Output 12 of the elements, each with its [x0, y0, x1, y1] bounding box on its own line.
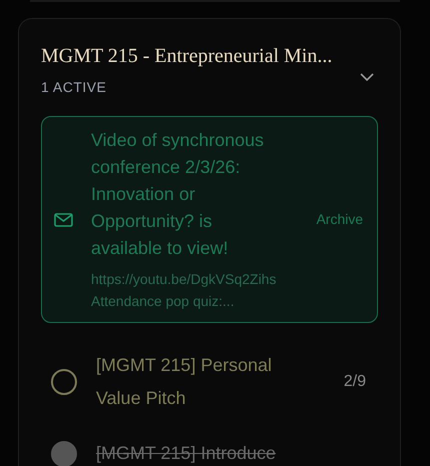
task-count: 2/9	[344, 372, 366, 392]
task-title: [MGMT 215] Personal Value Pitch	[96, 354, 273, 410]
preview-line: https://youtu.be/DgkVSq2Zihs	[91, 270, 278, 289]
preview-line: Attendance pop quiz:...	[91, 292, 236, 311]
announcement-card[interactable]: Video of synchronous conference 2/3/26: Innovation or Opportunity? is available to view! https://youtu.be/DgkVSq2Zihs Attendance pop quiz:... Archive	[41, 116, 378, 323]
announcement-title: Video of synchronous conference 2/3/26: Innovation or Opportunity? is available to view!	[91, 129, 265, 260]
archive-button[interactable]: Archive	[316, 209, 363, 230]
chevron-down-icon[interactable]	[360, 73, 374, 82]
active-count: 1 ACTIVE	[41, 78, 108, 97]
task-title: [MGMT 215] Introduce	[96, 442, 277, 465]
mail-icon	[54, 212, 73, 226]
course-title: MGMT 215 - Entrepreneurial Min...	[41, 44, 332, 69]
